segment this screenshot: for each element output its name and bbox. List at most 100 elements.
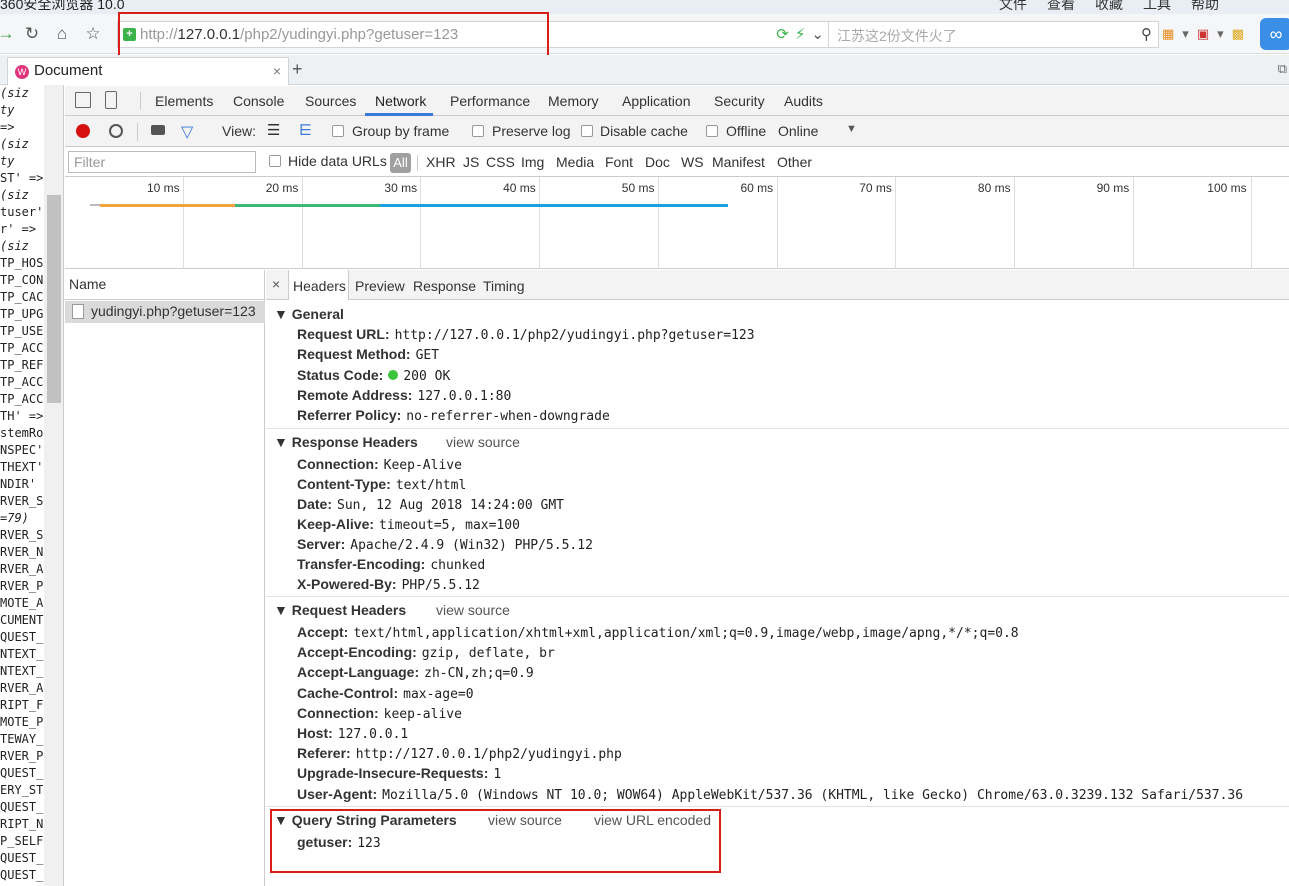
subtab-response[interactable]: Response (413, 278, 476, 294)
filter-type-doc[interactable]: Doc (645, 154, 670, 170)
filter-type-ws[interactable]: WS (681, 154, 704, 170)
page-text-line: (siz (0, 188, 29, 202)
page-text-line: QUEST_ (0, 851, 44, 865)
preserve-log-label: Preserve log (492, 123, 571, 139)
tab-application[interactable]: Application (622, 93, 691, 109)
request-header-row: Referer: http://127.0.0.1/php2/yudingyi.p… (297, 745, 622, 765)
device-toolbar-icon[interactable] (105, 91, 117, 109)
tab-sources[interactable]: Sources (305, 93, 356, 109)
close-icon[interactable]: × (272, 276, 280, 292)
menu-file[interactable]: 文件 (999, 0, 1027, 14)
network-overview[interactable]: 10 ms 20 ms 30 ms 40 ms 50 ms 60 ms 70 ms 80 ms… (65, 177, 1289, 269)
request-headers-section: ▼ Request Headers view source Accept: tex… (266, 597, 1289, 807)
page-text-line: NTEXT_ (0, 664, 44, 678)
lightning-icon[interactable]: ⚡ (795, 25, 806, 43)
offline-checkbox[interactable] (706, 125, 718, 137)
cloud-sync-icon[interactable]: ∞ (1260, 18, 1289, 50)
page-scrollbar[interactable] (44, 85, 64, 886)
pdf-icon[interactable]: ▣ (1197, 26, 1209, 42)
request-view-source[interactable]: view source (436, 602, 510, 618)
chevron-down-icon[interactable]: ▾ (1217, 26, 1224, 42)
filter-type-xhr[interactable]: XHR (426, 154, 456, 170)
request-header-row: Cache-Control: max-age=0 (297, 685, 474, 705)
hide-data-urls-label: Hide data URLs (288, 153, 387, 169)
status-ok-icon (388, 369, 399, 380)
menu-tools[interactable]: 工具 (1143, 0, 1171, 14)
subtab-timing[interactable]: Timing (483, 278, 525, 294)
wallet-icon[interactable]: ▩ (1232, 26, 1244, 42)
general-section: ▼ General Request URL: http://127.0.0.1/p… (266, 301, 1289, 429)
name-column-header[interactable]: Name (65, 270, 265, 300)
tab-audits[interactable]: Audits (784, 93, 823, 109)
waterfall-icon[interactable]: ⋿ (299, 121, 312, 139)
throttle-select[interactable]: Online (778, 123, 818, 139)
header-value: gzip, deflate, br (421, 646, 555, 662)
tab-console[interactable]: Console (233, 93, 284, 109)
menu-help[interactable]: 帮助 (1191, 0, 1219, 14)
search-box[interactable]: 江苏这2份文件火了 ⚲ (829, 21, 1159, 48)
tab-elements[interactable]: Elements (155, 93, 213, 109)
group-by-frame-label: Group by frame (352, 123, 450, 139)
subtab-preview[interactable]: Preview (355, 278, 405, 294)
page-text-line: RIPT_N (0, 817, 44, 831)
header-key: Connection: (297, 456, 379, 472)
filter-type-all[interactable]: All (390, 153, 411, 173)
tab-network[interactable]: Network (375, 93, 426, 109)
page-text-line: QUEST_ (0, 868, 44, 882)
search-icon[interactable]: ⚲ (1141, 25, 1152, 43)
filter-type-manifest[interactable]: Manifest (712, 154, 765, 170)
tab-performance[interactable]: Performance (450, 93, 530, 109)
filter-type-img[interactable]: Img (521, 154, 544, 170)
disable-cache-checkbox[interactable] (581, 125, 593, 137)
timeline-gridline (776, 177, 778, 269)
reload-icon[interactable]: ↻ (20, 22, 44, 46)
home-icon[interactable]: ⌂ (50, 22, 74, 46)
large-rows-icon[interactable]: ☰ (267, 121, 280, 139)
filter-type-media[interactable]: Media (556, 154, 594, 170)
restore-icon[interactable]: ⧉ (1278, 61, 1287, 77)
tab-document[interactable]: W Document × (7, 57, 289, 85)
menu-view[interactable]: 查看 (1047, 0, 1075, 14)
request-list: Name yudingyi.php?getuser=123 (65, 270, 265, 886)
tab-memory[interactable]: Memory (548, 93, 599, 109)
chevron-down-icon[interactable]: ▼ (846, 123, 857, 135)
timeline-gridline (420, 177, 422, 269)
tab-security[interactable]: Security (714, 93, 765, 109)
menu-favorites[interactable]: 收藏 (1095, 0, 1123, 14)
response-view-source[interactable]: view source (446, 434, 520, 450)
request-headers-toggle[interactable]: ▼ Request Headers (274, 602, 406, 618)
forward-icon[interactable]: → (0, 22, 18, 46)
timeline-download-bar (380, 204, 728, 207)
new-tab-icon[interactable]: + (292, 59, 303, 80)
star-icon[interactable]: ☆ (81, 22, 105, 46)
request-header-row: Upgrade-Insecure-Requests: 1 (297, 765, 501, 785)
hide-data-urls-checkbox[interactable] (269, 155, 281, 167)
inspect-element-icon[interactable] (75, 92, 91, 108)
request-row[interactable]: yudingyi.php?getuser=123 (65, 301, 265, 323)
filter-icon[interactable]: ▽ (181, 122, 193, 142)
apps-icon[interactable]: ▦ (1162, 26, 1174, 42)
page-text-line: QUEST_ (0, 800, 44, 814)
subtab-headers[interactable]: Headers (293, 278, 346, 294)
filter-input[interactable]: Filter (68, 151, 256, 173)
page-text-line: => (0, 120, 15, 134)
page-scrollbar-thumb[interactable] (47, 195, 61, 403)
filter-type-font[interactable]: Font (605, 154, 633, 170)
chevron-down-icon[interactable]: ▾ (1182, 26, 1189, 42)
preserve-log-checkbox[interactable] (472, 125, 484, 137)
record-icon[interactable] (76, 124, 90, 138)
chevron-down-icon[interactable]: ⌄ (811, 25, 824, 43)
filter-type-other[interactable]: Other (777, 154, 812, 170)
filter-type-js[interactable]: JS (463, 154, 479, 170)
filter-type-css[interactable]: CSS (486, 154, 515, 170)
tab-close-icon[interactable]: × (273, 63, 281, 79)
header-key: Connection: (297, 704, 379, 721)
refresh-circle-icon[interactable]: ⟳ (776, 25, 789, 43)
clear-icon[interactable] (109, 124, 123, 138)
camera-icon[interactable] (151, 125, 165, 135)
header-key: Status Code: (297, 366, 384, 383)
response-headers-toggle[interactable]: ▼ Response Headers (274, 434, 418, 450)
general-toggle[interactable]: ▼ General (274, 306, 344, 322)
group-by-frame-checkbox[interactable] (332, 125, 344, 137)
page-text-line: TEWAY_ (0, 732, 44, 746)
